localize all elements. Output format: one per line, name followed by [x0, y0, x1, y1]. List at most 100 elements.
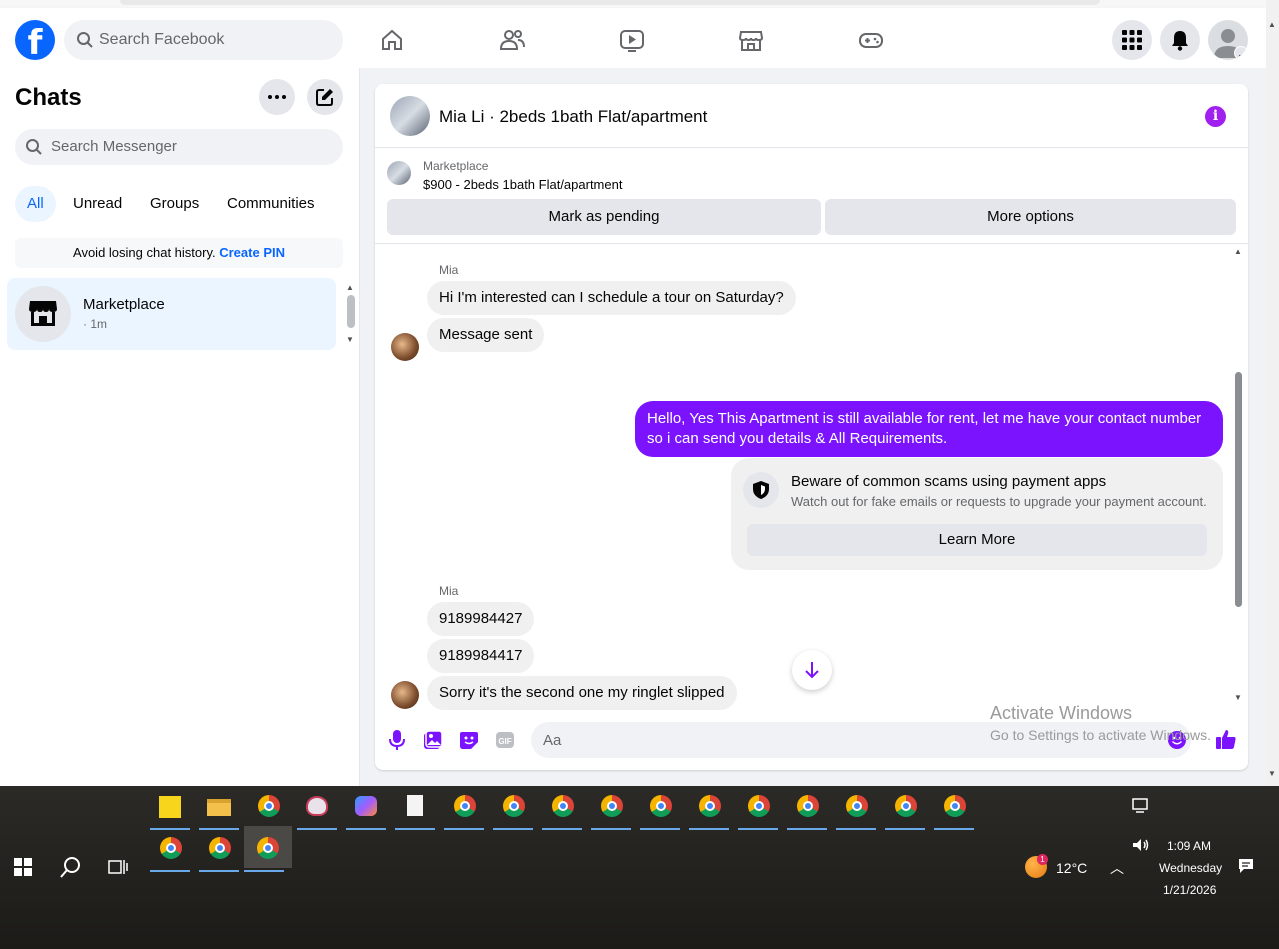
chrome-profile-app[interactable] [444, 786, 484, 830]
microphone-icon[interactable] [389, 729, 405, 751]
marketplace-icon[interactable] [737, 26, 765, 54]
notification-center-icon[interactable] [1238, 858, 1254, 874]
conversation-title[interactable]: Mia Li · 2beds 1bath Flat/apartment [439, 107, 707, 127]
outgoing-message[interactable]: Hello, Yes This Apartment is still avail… [635, 401, 1223, 457]
sender-name: Mia [439, 584, 459, 598]
tab-groups[interactable]: Groups [138, 186, 211, 222]
chat-options-button[interactable] [259, 79, 295, 115]
sender-avatar[interactable] [391, 333, 419, 361]
chrome-profile-app[interactable] [591, 786, 631, 830]
document-icon [407, 795, 423, 816]
chrome-icon [552, 795, 574, 817]
chrome-icon [258, 795, 280, 817]
chats-sidebar [0, 68, 360, 786]
composer-placeholder: Aa [543, 732, 562, 749]
conversation-scrollbar-thumb[interactable] [1235, 372, 1242, 607]
chrome-profile-app[interactable] [689, 786, 729, 830]
clock-date[interactable]: 1/21/2026 [1163, 883, 1216, 897]
pin-notice: Avoid losing chat history. Create PIN [15, 238, 343, 268]
scam-warning-card: Beware of common scams using payment app… [731, 458, 1223, 570]
facebook-logo-icon[interactable]: f [15, 20, 55, 60]
tab-communities[interactable]: Communities [215, 186, 327, 222]
sticky-notes-app[interactable] [150, 786, 190, 830]
pin-notice-text: Avoid losing chat history. [73, 245, 216, 260]
listing-title[interactable]: $900 - 2beds 1bath Flat/apartment [423, 177, 622, 192]
chrome-profile-app[interactable] [738, 786, 778, 830]
learn-more-button[interactable]: Learn More [747, 524, 1207, 556]
friends-icon[interactable] [498, 26, 526, 54]
menu-grid-button[interactable] [1112, 20, 1152, 60]
messenger-search-input[interactable]: Search Messenger [15, 129, 343, 165]
scroll-to-bottom-button[interactable] [792, 650, 832, 690]
clock-day[interactable]: Wednesday [1159, 861, 1222, 875]
chrome-profile-app[interactable] [885, 786, 925, 830]
windows-start-icon[interactable] [14, 858, 32, 876]
notepad-app[interactable] [395, 786, 435, 830]
search-icon [77, 32, 93, 48]
shield-icon [743, 472, 779, 508]
svg-text:GIF: GIF [498, 737, 511, 746]
chrome-profile-app[interactable] [150, 828, 190, 872]
tab-all[interactable]: All [15, 186, 56, 222]
create-pin-link[interactable]: Create PIN [219, 245, 285, 260]
chrome-profile-app[interactable] [934, 786, 974, 830]
sidebar-scrollbar-thumb[interactable] [347, 295, 355, 328]
chrome-app[interactable] [248, 786, 288, 830]
chrome-profile-app[interactable] [542, 786, 582, 830]
paint-app[interactable] [297, 786, 337, 830]
incoming-message[interactable]: Sorry it's the second one my ringlet sli… [427, 676, 737, 710]
chrome-icon [748, 795, 770, 817]
clock-time[interactable]: 1:09 AM [1167, 839, 1211, 853]
tab-unread[interactable]: Unread [61, 186, 134, 222]
more-options-button[interactable]: More options [825, 199, 1236, 235]
chrome-profile-app[interactable] [836, 786, 876, 830]
gaming-icon[interactable] [857, 26, 885, 54]
new-message-button[interactable] [307, 79, 343, 115]
search-placeholder: Search Facebook [99, 31, 225, 48]
weather-temperature[interactable]: 12°C [1056, 860, 1087, 876]
listing-avatar[interactable] [390, 96, 430, 136]
taskbar-search-icon[interactable] [60, 856, 82, 878]
gif-icon[interactable]: GIF [495, 730, 515, 750]
palette-icon [306, 796, 328, 816]
incoming-message[interactable]: Message sent [427, 318, 545, 352]
chrome-profile-app-active[interactable] [244, 826, 292, 872]
weather-badge: 1 [1037, 854, 1048, 865]
network-icon[interactable] [1132, 798, 1150, 814]
volume-icon[interactable] [1132, 838, 1150, 852]
chrome-profile-app[interactable] [493, 786, 533, 830]
sticker-icon[interactable] [459, 730, 479, 750]
chrome-profile-app[interactable] [640, 786, 680, 830]
photo-icon[interactable] [423, 730, 443, 750]
chrome-icon [650, 795, 672, 817]
chrome-icon [257, 837, 279, 859]
marketplace-label: Marketplace [423, 159, 489, 173]
chrome-profile-app[interactable] [199, 828, 239, 872]
mark-pending-button[interactable]: Mark as pending [387, 199, 821, 235]
chrome-icon [797, 795, 819, 817]
page-scrollbar[interactable]: ▲ ▼ [1266, 0, 1279, 786]
scroll-up-arrow[interactable]: ▲ [1234, 247, 1242, 256]
incoming-message[interactable]: 9189984427 [427, 602, 535, 636]
chat-list-item[interactable]: Marketplace · 1m [7, 278, 336, 350]
scroll-up-arrow[interactable]: ▲ [346, 283, 354, 292]
chevron-up-icon[interactable]: ︿ [1110, 858, 1124, 878]
copilot-app[interactable] [346, 786, 386, 830]
file-explorer-app[interactable] [199, 786, 239, 830]
incoming-message[interactable]: 9189984417 [427, 639, 535, 673]
like-thumb-icon[interactable] [1215, 728, 1237, 750]
info-icon[interactable]: i [1205, 106, 1226, 127]
chrome-profile-app[interactable] [787, 786, 827, 830]
facebook-search-input[interactable]: Search Facebook [64, 20, 343, 60]
scroll-down-arrow[interactable]: ▼ [1234, 693, 1242, 702]
home-icon[interactable] [378, 26, 406, 54]
chrome-icon [846, 795, 868, 817]
sender-avatar[interactable] [391, 681, 419, 709]
video-icon[interactable] [618, 26, 646, 54]
incoming-message[interactable]: Hi I'm interested can I schedule a tour … [427, 281, 796, 315]
task-view-icon[interactable] [108, 858, 128, 876]
scroll-down-arrow[interactable]: ▼ [346, 335, 354, 344]
notifications-button[interactable] [1160, 20, 1200, 60]
chevron-down-icon: ⌄ [1234, 46, 1248, 60]
account-avatar[interactable]: ⌄ [1208, 20, 1248, 60]
